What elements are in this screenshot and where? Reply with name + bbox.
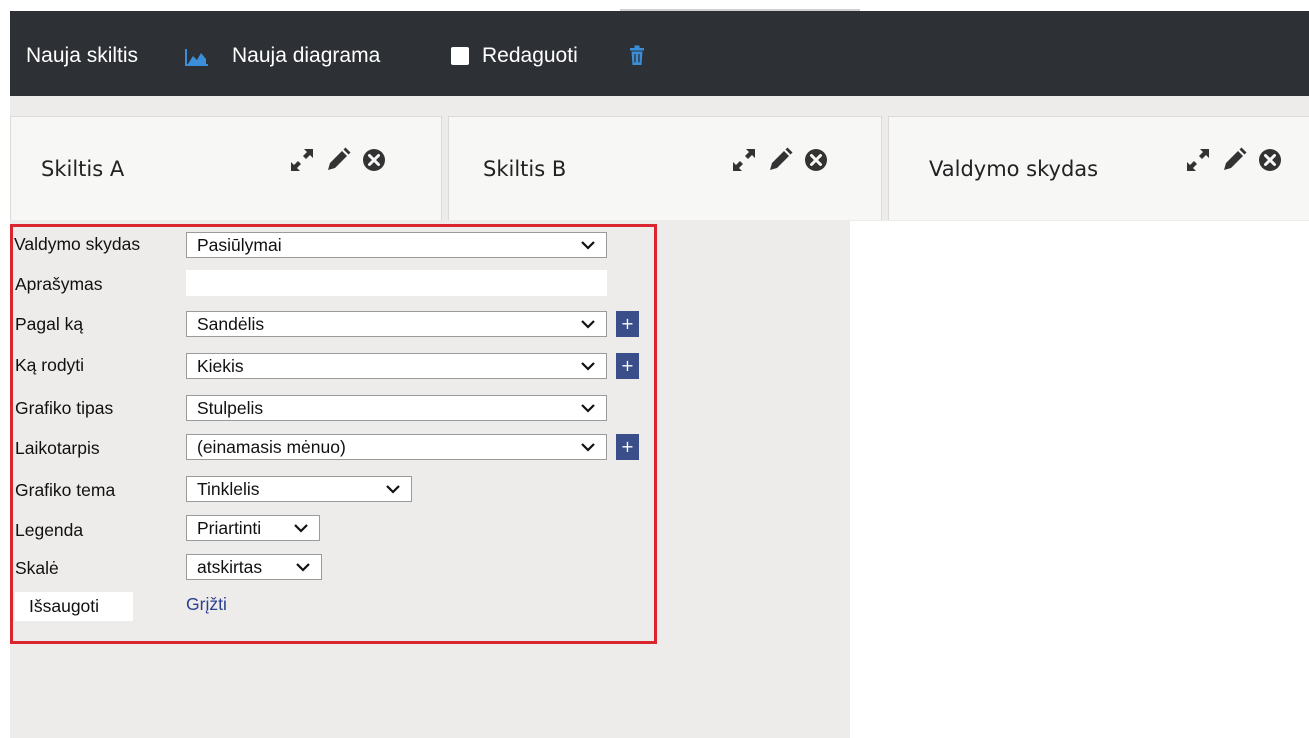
- tab-title: Skiltis B: [483, 157, 567, 181]
- expand-icon[interactable]: [731, 147, 757, 178]
- legend-select[interactable]: Priartinti: [186, 515, 320, 541]
- chevron-down-icon: [296, 563, 310, 572]
- edit-button[interactable]: Redaguoti: [482, 44, 578, 68]
- select-value: (einamasis mėnuo): [197, 437, 346, 457]
- save-button[interactable]: Išsaugoti: [15, 592, 133, 621]
- expand-icon[interactable]: [1185, 147, 1211, 178]
- tab-title: Skiltis A: [41, 157, 125, 181]
- tab-valdymo-skydas[interactable]: Valdymo skydas: [888, 116, 1309, 220]
- select-value: Stulpelis: [197, 398, 264, 418]
- new-column-button[interactable]: Nauja skiltis: [26, 44, 138, 68]
- display-label: Ką rodyti: [15, 355, 85, 375]
- select-value: atskirtas: [197, 557, 263, 577]
- period-select[interactable]: (einamasis mėnuo): [186, 434, 607, 460]
- scale-label: Skalė: [15, 558, 59, 578]
- scale-select[interactable]: atskirtas: [186, 554, 322, 580]
- description-label: Aprašymas: [15, 274, 103, 294]
- group-by-select[interactable]: Sandėlis: [186, 311, 607, 337]
- checkbox-icon[interactable]: [450, 46, 470, 71]
- empty-panel: [850, 221, 1309, 738]
- close-circle-icon[interactable]: [1257, 147, 1283, 178]
- pencil-icon[interactable]: [767, 147, 793, 178]
- add-period-button[interactable]: +: [616, 434, 639, 460]
- chevron-down-icon: [581, 443, 595, 452]
- chart-type-label: Grafiko tipas: [15, 398, 114, 418]
- area-chart-icon[interactable]: [185, 48, 209, 71]
- add-group-by-button[interactable]: +: [616, 311, 639, 337]
- pencil-icon[interactable]: [325, 147, 351, 178]
- select-value: Priartinti: [197, 518, 262, 538]
- expand-icon[interactable]: [289, 147, 315, 178]
- toolbar: Nauja skiltis Nauja diagrama Redaguoti: [10, 11, 1309, 96]
- period-label: Laikotarpis: [15, 438, 100, 458]
- close-circle-icon[interactable]: [803, 147, 829, 178]
- chevron-down-icon: [581, 362, 595, 371]
- dashboard-select[interactable]: Pasiūlymai: [186, 232, 607, 258]
- legend-label: Legenda: [15, 520, 84, 540]
- back-link[interactable]: Grįžti: [186, 594, 227, 615]
- chevron-down-icon: [581, 241, 595, 250]
- chart-type-select[interactable]: Stulpelis: [186, 395, 607, 421]
- chevron-down-icon: [581, 320, 595, 329]
- select-value: Pasiūlymai: [197, 235, 282, 255]
- tab-skiltis-a[interactable]: Skiltis A: [10, 116, 442, 220]
- group-by-label: Pagal ką: [15, 314, 84, 334]
- chart-theme-label: Grafiko tema: [15, 480, 116, 500]
- tab-skiltis-b[interactable]: Skiltis B: [448, 116, 882, 220]
- dashboard-label: Valdymo skydas: [14, 234, 141, 254]
- select-value: Kiekis: [197, 356, 244, 376]
- new-chart-button[interactable]: Nauja diagrama: [232, 44, 380, 68]
- select-value: Tinklelis: [197, 479, 260, 499]
- chart-theme-select[interactable]: Tinklelis: [186, 476, 412, 502]
- trash-icon[interactable]: [629, 45, 645, 71]
- chevron-down-icon: [294, 524, 308, 533]
- display-select[interactable]: Kiekis: [186, 353, 607, 379]
- tab-title: Valdymo skydas: [929, 157, 1099, 181]
- add-display-button[interactable]: +: [616, 353, 639, 379]
- select-value: Sandėlis: [197, 314, 265, 334]
- close-circle-icon[interactable]: [361, 147, 387, 178]
- chevron-down-icon: [581, 404, 595, 413]
- pencil-icon[interactable]: [1221, 147, 1247, 178]
- chevron-down-icon: [386, 485, 400, 494]
- description-input[interactable]: [186, 270, 607, 296]
